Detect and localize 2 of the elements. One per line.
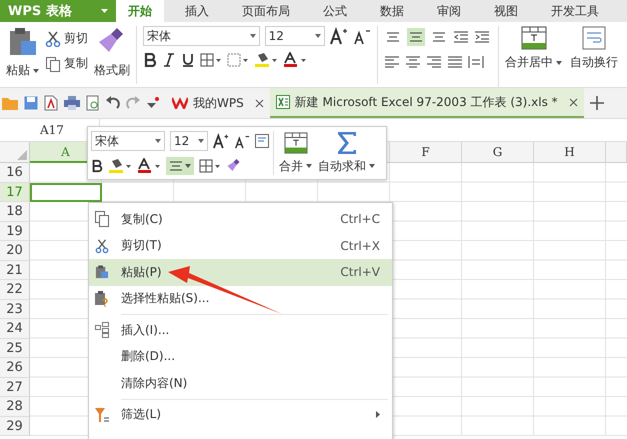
document-tab-title: 新建 Microsoft Excel 97-2003 工作表 (3).xls *	[294, 94, 558, 110]
document-tab-title: 我的WPS	[193, 94, 244, 112]
